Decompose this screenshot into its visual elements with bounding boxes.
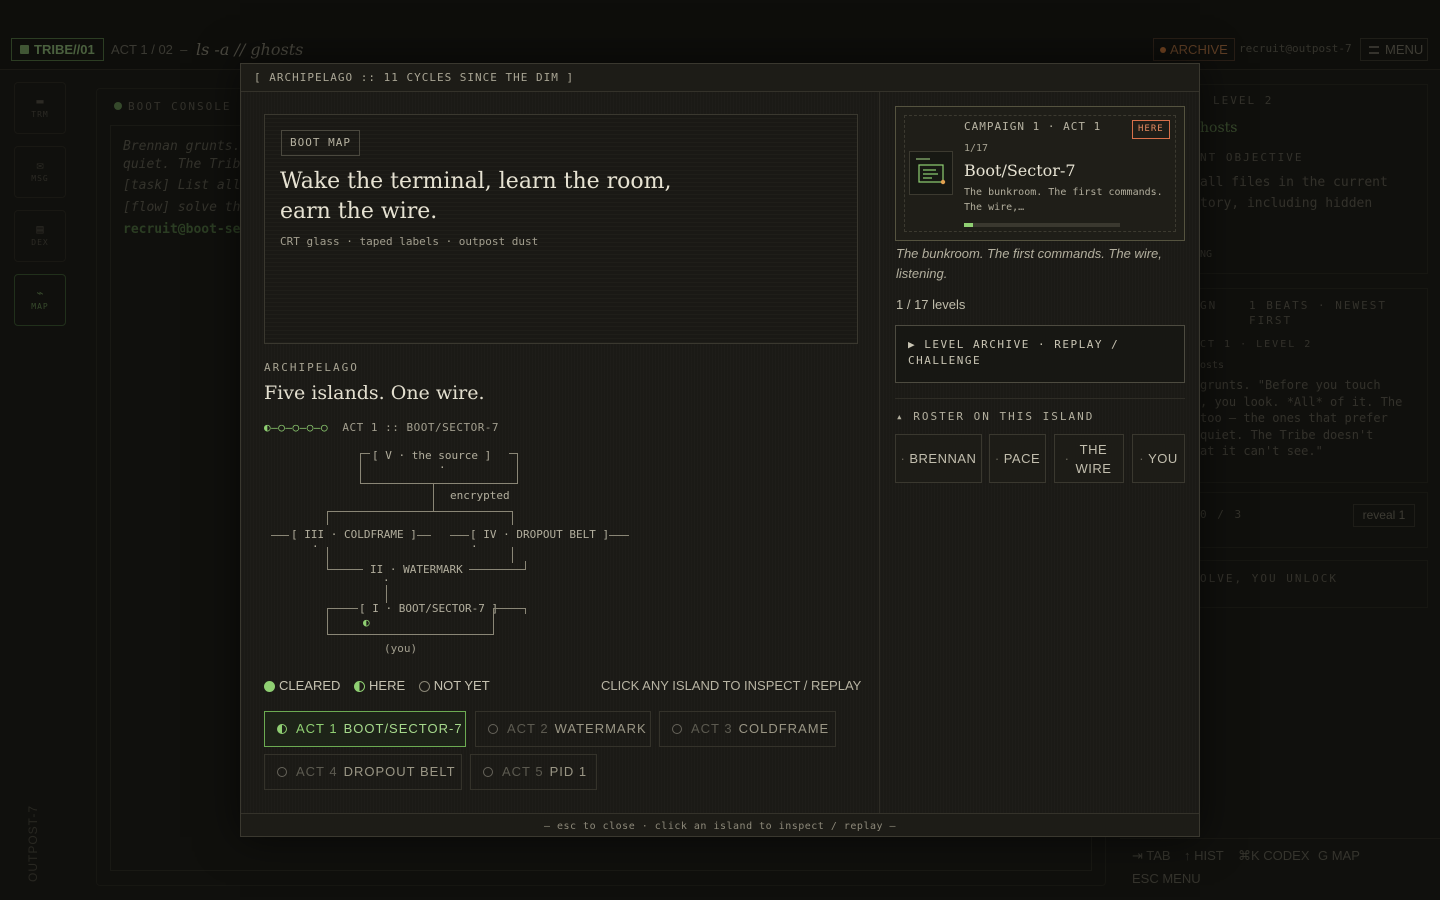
boot-map-card: BOOT MAP Wake the terminal, learn the ro…	[264, 114, 858, 344]
archipelago-label: ARCHIPELAGO	[264, 361, 359, 374]
legend-here: HERE	[354, 678, 405, 693]
act-4-button[interactable]: ACT 4 DROPOUT BELT	[264, 754, 462, 790]
map-hint: CLICK ANY ISLAND TO INSPECT / REPLAY	[601, 678, 862, 693]
roster-you[interactable]: · YOU	[1132, 434, 1185, 483]
campaign-count: 1/17	[964, 143, 989, 154]
island-iv[interactable]: [ IV · DROPOUT BELT ]	[470, 528, 609, 541]
footer-hint: — esc to close · click an island to insp…	[543, 821, 897, 832]
level-archive-toggle[interactable]: ▶ LEVEL ARCHIVE · REPLAY / CHALLENGE	[895, 325, 1185, 383]
legend-not-yet: NOT YET	[418, 678, 490, 693]
island-iv-dot: ·	[471, 540, 478, 553]
here-dot-icon	[354, 681, 366, 692]
levels-count: 1 / 17 levels	[896, 297, 966, 312]
legend-cleared: CLEARED	[264, 678, 340, 693]
roster-the-wire[interactable]: · THE WIRE	[1054, 434, 1124, 483]
progress-label: ACT 1 :: BOOT/SECTOR-7	[342, 421, 500, 434]
modal-header: [ ARCHIPELAGO :: 11 CYCLES SINCE THE DIM…	[241, 64, 1199, 92]
act-1-button[interactable]: ACT 1 BOOT/SECTOR-7	[264, 711, 466, 747]
boot-map-title: Wake the terminal, learn the room, earn …	[280, 169, 672, 224]
level-archive-label: ▶ LEVEL ARCHIVE · REPLAY / CHALLENGE	[908, 338, 1120, 367]
map-legend: CLEARED HERE NOT YET	[264, 678, 500, 693]
you-marker-icon: ◐	[363, 616, 370, 629]
not-yet-dot-icon	[277, 767, 287, 777]
boot-map-tag: BOOT MAP	[281, 130, 360, 156]
column-divider	[879, 92, 880, 813]
not-yet-dot-icon	[672, 724, 682, 734]
campaign-card[interactable]: CAMPAIGN 1 · ACT 1 HERE 1/17 Boot/Sector…	[895, 106, 1185, 241]
here-badge: HERE	[1132, 120, 1170, 139]
not-yet-dot-icon	[488, 724, 498, 734]
encrypted-label: encrypted	[450, 489, 510, 502]
terminal-thumbnail-icon	[909, 151, 953, 195]
progress-glyphs: ◐–○–○–○–○	[264, 421, 329, 434]
island-iii-dot: ·	[312, 540, 319, 553]
you-label: (you)	[384, 642, 418, 655]
island-description: The bunkroom. The first commands. The wi…	[896, 246, 1162, 281]
act-progress-track: ◐–○–○–○–○ ACT 1 :: BOOT/SECTOR-7	[264, 421, 499, 434]
cleared-dot-icon	[264, 681, 275, 692]
archipelago-modal: [ ARCHIPELAGO :: 11 CYCLES SINCE THE DIM…	[240, 63, 1200, 837]
campaign-progress-bar	[964, 223, 1120, 227]
not-yet-dot-icon	[483, 767, 493, 777]
archipelago-title: Five islands. One wire.	[264, 382, 485, 404]
campaign-description: The bunkroom. The first commands. The wi…	[964, 187, 1163, 213]
campaign-progress-fill	[964, 223, 974, 227]
modal-title: [ ARCHIPELAGO :: 11 CYCLES SINCE THE DIM…	[254, 71, 575, 84]
island-i[interactable]: [ I · BOOT/SECTOR-7 ]	[359, 602, 498, 615]
here-dot-icon	[277, 724, 287, 734]
island-iii[interactable]: [ III · COLDFRAME ]	[291, 528, 417, 541]
island-v[interactable]: [ V · the source ]	[372, 449, 491, 462]
roster-brennan[interactable]: · BRENNAN	[895, 434, 982, 483]
not-yet-dot-icon	[418, 681, 430, 692]
campaign-label: CAMPAIGN 1 · ACT 1	[964, 120, 1102, 133]
boot-map-subtitle: CRT glass · taped labels · outpost dust	[280, 235, 539, 248]
modal-footer: — esc to close · click an island to insp…	[241, 813, 1199, 836]
act-2-button[interactable]: ACT 2 WATERMARK	[475, 711, 651, 747]
island-v-dot: ·	[439, 461, 446, 474]
campaign-title: Boot/Sector-7	[964, 161, 1076, 180]
island-map: [ V · the source ] · encrypted [ III · C…	[269, 449, 649, 664]
act-3-button[interactable]: ACT 3 COLDFRAME	[659, 711, 836, 747]
roster-label: ▴ ROSTER ON THIS ISLAND	[896, 410, 1095, 423]
roster-pace[interactable]: · PACE	[989, 434, 1046, 483]
divider	[895, 398, 1185, 399]
act-5-button[interactable]: ACT 5 PID 1	[470, 754, 597, 790]
